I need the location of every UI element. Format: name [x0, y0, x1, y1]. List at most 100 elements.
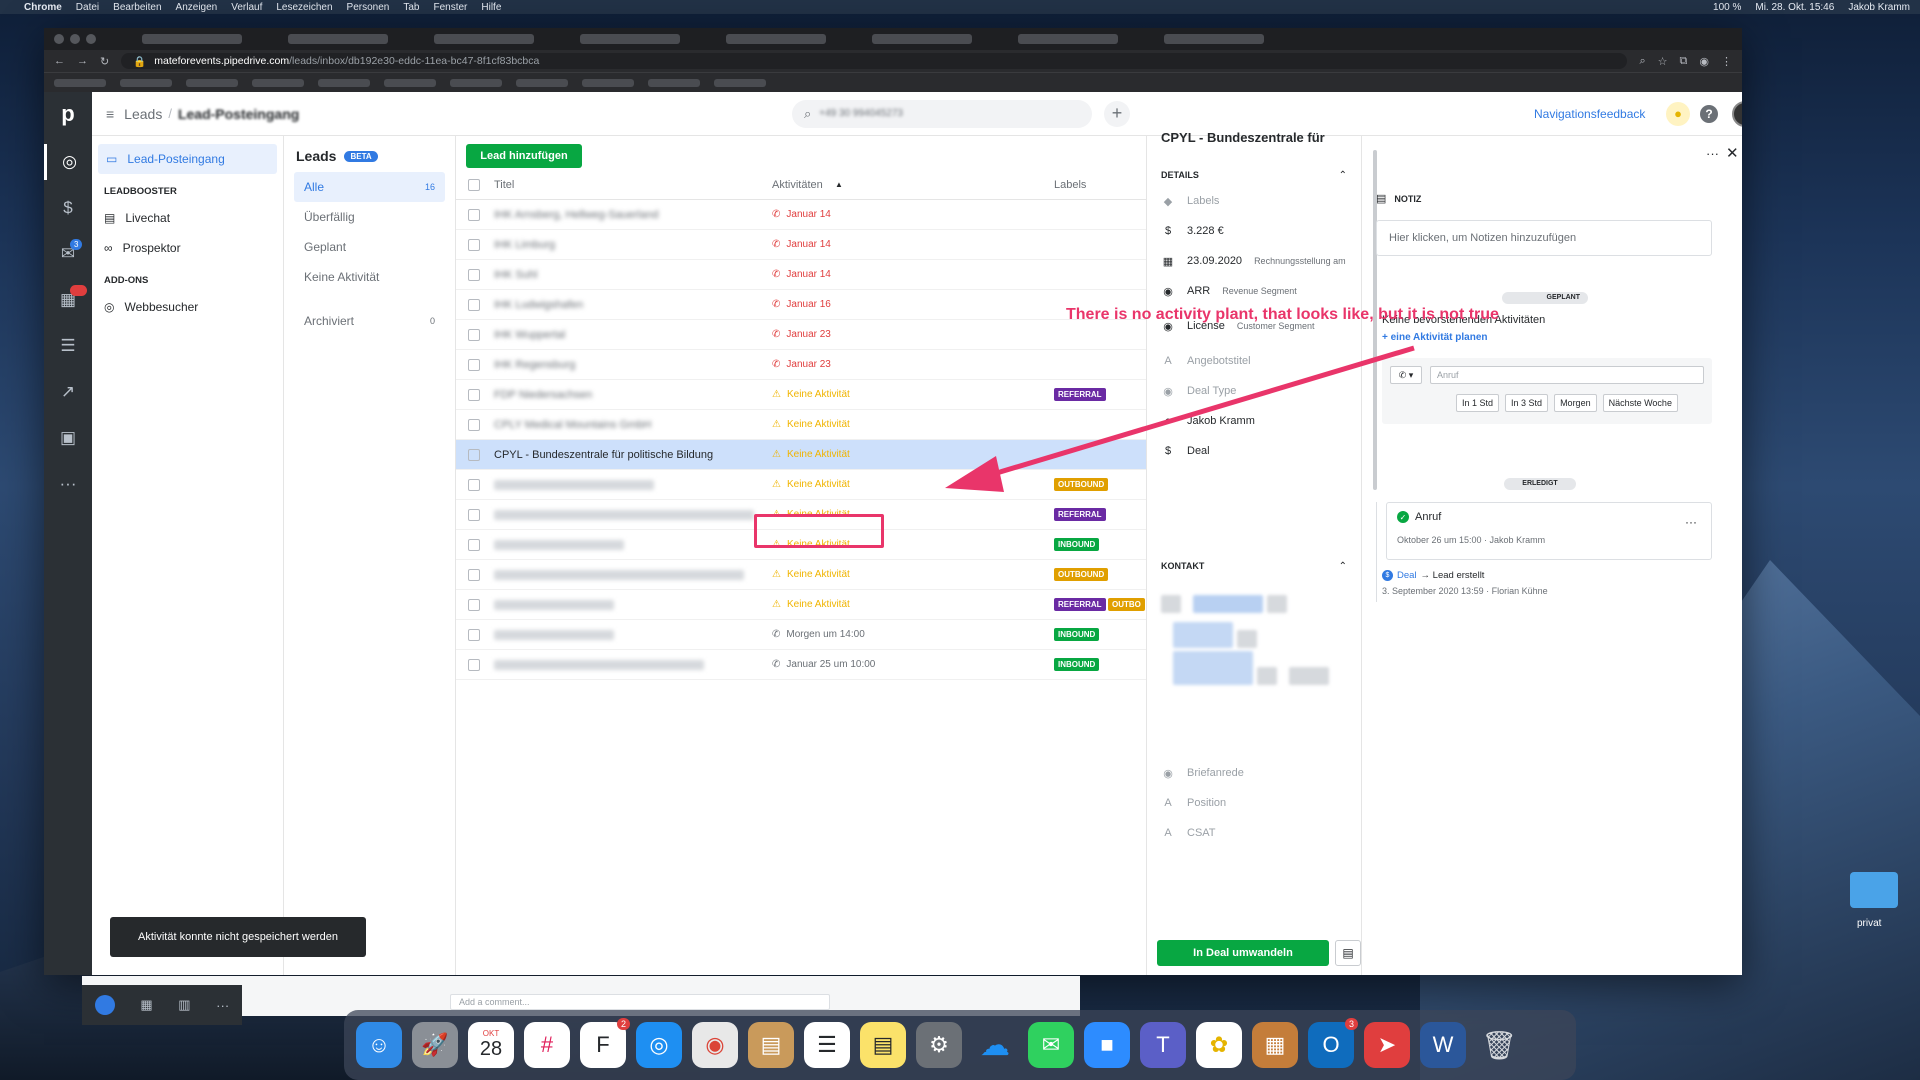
breadcrumb-leads[interactable]: Leads	[124, 106, 162, 122]
activity-cell[interactable]: ⚠ Keine Aktivität	[772, 419, 850, 430]
lead-title-cell[interactable]: IHK Limburg	[494, 239, 574, 251]
messages-icon[interactable]: ✉	[1028, 1022, 1074, 1068]
menu-edit[interactable]: Bearbeiten	[113, 2, 161, 13]
sidebar-item-prospector[interactable]: ∞ Prospektor	[92, 233, 283, 263]
minimize-window-dot[interactable]	[70, 34, 80, 44]
filter-all[interactable]: Alle 16	[294, 172, 445, 202]
menu-toggle-icon[interactable]: ≡	[106, 106, 114, 122]
lead-title-cell[interactable]	[494, 599, 614, 610]
table-row[interactable]: IHK Regensburg ✆ Januar 23	[456, 350, 1146, 380]
convert-to-deal-button[interactable]: In Deal umwandeln	[1157, 940, 1329, 966]
browser-tab[interactable]	[288, 34, 388, 44]
bookmark-item[interactable]	[582, 78, 634, 87]
browser-tab[interactable]	[434, 34, 534, 44]
quick-add-button[interactable]: +	[1104, 100, 1130, 127]
detail-field[interactable]: ● Jakob Kramm	[1147, 406, 1361, 436]
filter-overdue[interactable]: Überfällig	[294, 202, 445, 232]
row-checkbox[interactable]	[468, 628, 480, 641]
airmail-icon[interactable]: ➤	[1364, 1022, 1410, 1068]
pipedrive-logo-icon[interactable]: p	[44, 96, 92, 132]
detail-field[interactable]: ◉ ARR Revenue Segment	[1147, 276, 1361, 306]
menu-history[interactable]: Verlauf	[231, 2, 262, 13]
row-checkbox[interactable]	[468, 508, 480, 521]
lightbulb-icon[interactable]: ●	[1666, 101, 1690, 126]
calendar-icon[interactable]: ▦ 33	[44, 282, 92, 318]
note-input[interactable]: Hier klicken, um Notizen hinzuzufügen	[1376, 220, 1712, 256]
fantastical-icon[interactable]: F2	[580, 1018, 630, 1068]
column-title[interactable]: Titel	[494, 179, 514, 191]
table-row[interactable]: IHK Suhl ✆ Januar 14	[456, 260, 1146, 290]
bookmark-item[interactable]	[120, 78, 172, 87]
search-input[interactable]: ⌕ +49 30 994045273	[792, 99, 1092, 128]
table-row[interactable]: ✆ Morgen um 14:00 INBOUND	[456, 620, 1146, 650]
safari-icon[interactable]: ◎	[636, 1022, 682, 1068]
bookmark-item[interactable]	[648, 78, 700, 87]
activity-cell[interactable]: ✆ Januar 23	[772, 329, 831, 340]
lead-title-cell[interactable]	[494, 479, 654, 490]
contacts-icon[interactable]: ☰	[44, 328, 92, 364]
activity-cell[interactable]: ✆ Morgen um 14:00	[772, 629, 865, 640]
detail-field[interactable]: $3.228 €	[1147, 216, 1361, 246]
sidebar-item-webbesucher[interactable]: ◎ Webbesucher	[92, 292, 283, 322]
menu-people[interactable]: Personen	[347, 2, 390, 13]
clock[interactable]: Mi. 28. Okt. 15:46	[1755, 2, 1834, 13]
row-checkbox[interactable]	[468, 328, 480, 341]
chrome-icon[interactable]: ◉	[692, 1022, 738, 1068]
add-lead-button[interactable]: Lead hinzufügen	[466, 144, 582, 168]
extensions-icon[interactable]: ⧉	[1680, 55, 1688, 68]
table-row[interactable]: CPYL - Bundeszentrale für politische Bil…	[456, 440, 1146, 470]
detail-field[interactable]: $ Deal	[1147, 436, 1361, 466]
filter-archived[interactable]: Archiviert 0	[294, 306, 445, 336]
more-options-icon[interactable]: ···	[1706, 146, 1719, 161]
lead-title-cell[interactable]	[494, 539, 624, 550]
activity-cell[interactable]: ⚠ Keine Aktivität	[772, 479, 850, 490]
trash-icon[interactable]: 🗑	[1476, 1022, 1522, 1068]
forward-icon[interactable]: →	[77, 55, 88, 67]
browser-tab[interactable]	[872, 34, 972, 44]
bookmark-item[interactable]	[54, 78, 106, 87]
reload-icon[interactable]: ↻	[100, 55, 109, 68]
deals-icon[interactable]: $	[44, 190, 92, 226]
bookmark-item[interactable]	[252, 78, 304, 87]
collapse-details-icon[interactable]: ⌃	[1339, 170, 1347, 181]
bookmark-item[interactable]	[186, 78, 238, 87]
row-checkbox[interactable]	[468, 448, 480, 461]
filter-no-activity[interactable]: Keine Aktivität	[294, 262, 445, 292]
slack-icon[interactable]: #	[524, 1022, 570, 1068]
menu-window[interactable]: Fenster	[433, 2, 467, 13]
table-row[interactable]: ✆ Januar 25 um 10:00 INBOUND	[456, 650, 1146, 680]
more-icon[interactable]: ···	[44, 466, 92, 502]
activity-cell[interactable]: ✆ Januar 23	[772, 359, 831, 370]
zoom-icon[interactable]: ⌕	[1639, 55, 1645, 68]
column-activities[interactable]: Aktivitäten	[772, 179, 823, 191]
archive-icon[interactable]: ▤	[1335, 940, 1361, 966]
table-row[interactable]: FDP Niedersachsen ⚠ Keine Aktivität REFERRA…	[456, 380, 1146, 410]
collapse-contact-icon[interactable]: ⌃	[1339, 561, 1347, 572]
menu-help[interactable]: Hilfe	[481, 2, 501, 13]
table-row[interactable]: IHK Ludwigshafen ✆ Januar 16	[456, 290, 1146, 320]
row-checkbox[interactable]	[468, 268, 480, 281]
log-deal-link[interactable]: Deal	[1397, 570, 1417, 581]
reminders-icon[interactable]: ☰	[804, 1022, 850, 1068]
lead-title-cell[interactable]: IHK Ludwigshafen	[494, 299, 604, 311]
detail-field[interactable]: A Angebotstitel	[1147, 346, 1361, 376]
detail-field[interactable]: ◉ Briefanrede	[1147, 758, 1361, 788]
bookmark-item[interactable]	[318, 78, 370, 87]
row-checkbox[interactable]	[468, 238, 480, 251]
browser-tab[interactable]	[1018, 34, 1118, 44]
lead-title-cell[interactable]	[494, 659, 704, 670]
row-checkbox[interactable]	[468, 658, 480, 671]
calendar-app-icon[interactable]: ▦	[140, 997, 152, 1013]
bookmark-item[interactable]	[516, 78, 568, 87]
products-icon[interactable]: ▣	[44, 420, 92, 456]
mail-icon[interactable]: ✉ 3	[44, 236, 92, 272]
url-field[interactable]: 🔒 mateforevents.pipedrive.com/leads/inbo…	[121, 53, 1628, 69]
browser-menu-icon[interactable]: ⋮	[1721, 55, 1732, 68]
browser-tab[interactable]	[580, 34, 680, 44]
menubar-app[interactable]: Chrome	[24, 2, 62, 13]
stats-icon[interactable]: ▥	[178, 997, 190, 1013]
bookmark-item[interactable]	[450, 78, 502, 87]
activity-cell[interactable]: ✆ Januar 25 um 10:00	[772, 659, 875, 670]
row-checkbox[interactable]	[468, 358, 480, 371]
detail-field[interactable]: ▦ 23.09.2020 Rechnungsstellung am	[1147, 246, 1361, 276]
